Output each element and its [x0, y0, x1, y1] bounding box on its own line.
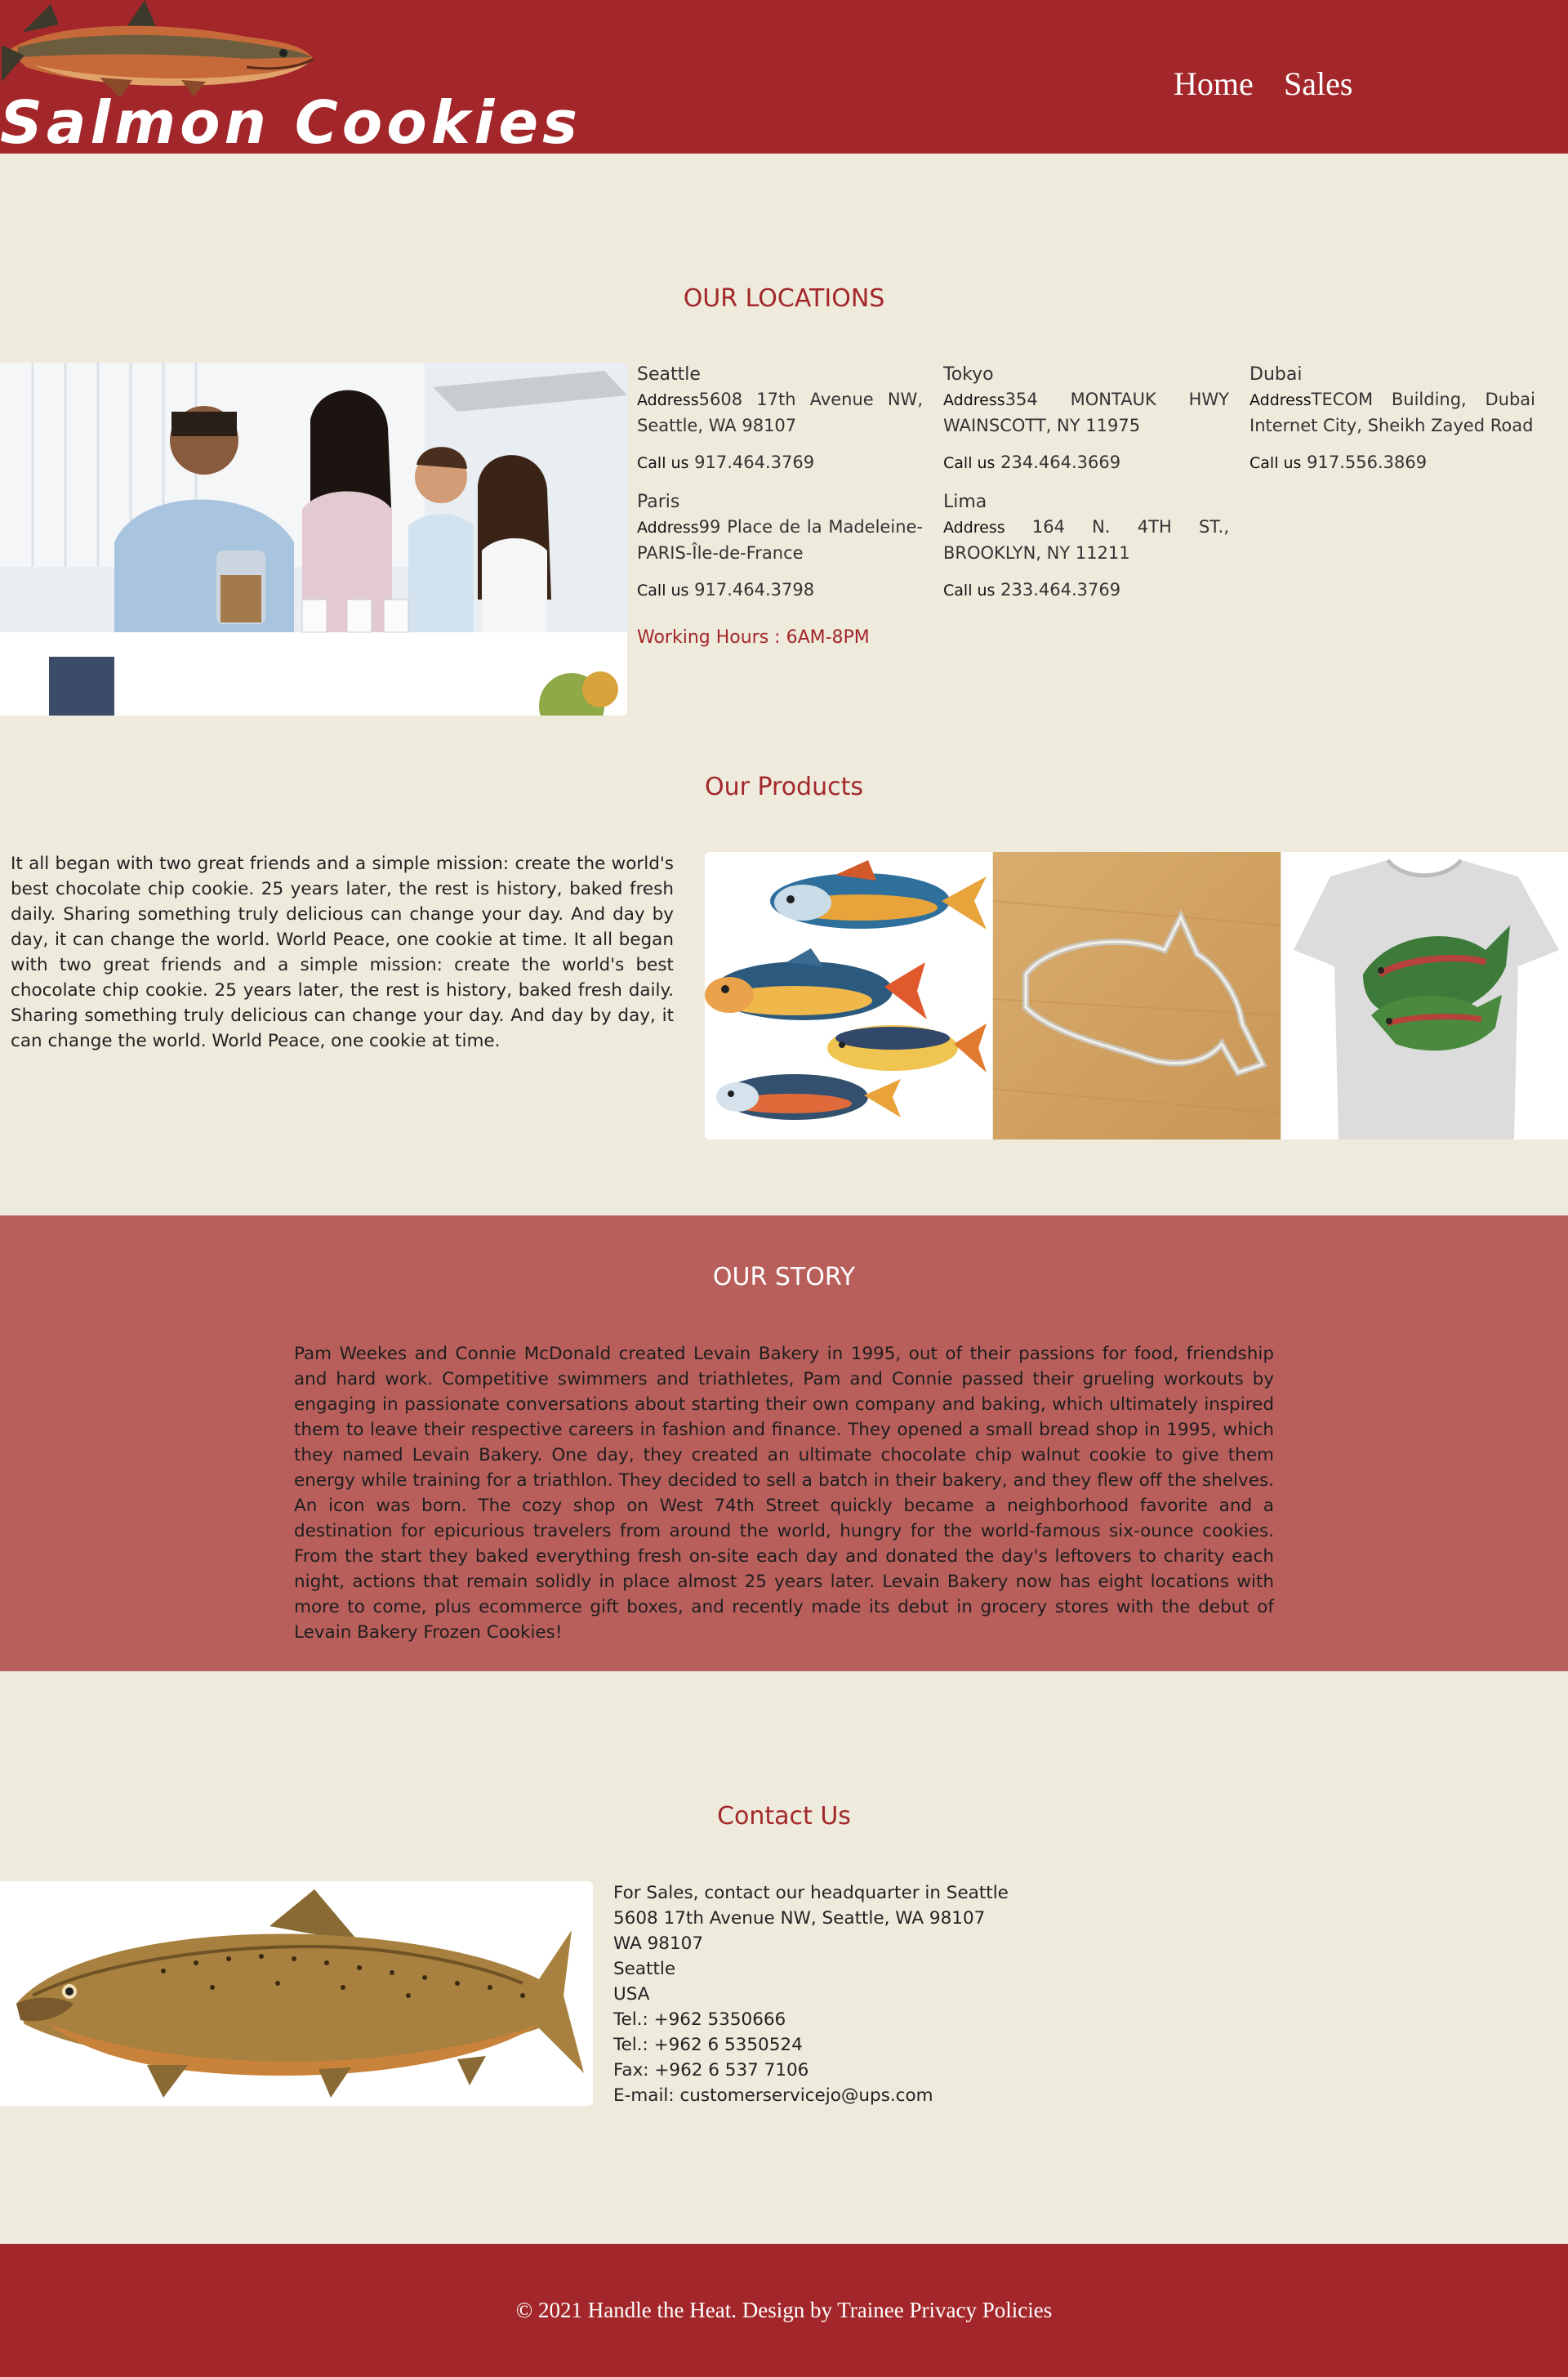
location-seattle: Seattle Address5608 17th Avenue NW, Seat… — [637, 362, 923, 476]
location-city: Lima — [943, 492, 987, 512]
location-city: Tokyo — [943, 364, 994, 385]
location-lima: Lima Address 164 N. 4TH ST., BROOKLYN, N… — [943, 489, 1229, 604]
location-phone[interactable]: 917.556.3869 — [1307, 453, 1427, 472]
story-text: Pam Weekes and Connie McDonald created L… — [294, 1344, 1274, 1643]
location-paris: Paris Address99 Place de la Madeleine-PA… — [637, 489, 923, 604]
call-label: Call us — [943, 582, 996, 600]
working-hours: Working Hours : 6AM-8PM — [637, 627, 870, 648]
address-label: Address — [943, 519, 1005, 537]
salmon-illustration — [0, 1881, 593, 2106]
products-description: It all began with two great friends and … — [11, 854, 674, 1051]
contact-email[interactable]: E-mail: customerservicejo@ups.com — [613, 2083, 1009, 2108]
call-label: Call us — [1250, 454, 1302, 472]
location-phone[interactable]: 917.464.3798 — [694, 580, 814, 600]
address-label: Address — [637, 519, 699, 537]
locations-title: OUR LOCATIONS — [683, 284, 885, 313]
products-title: Our Products — [704, 773, 864, 801]
salmon-logo-icon[interactable] — [2, 0, 316, 102]
product-cookie-cutter-image — [993, 852, 1281, 1139]
location-dubai: Dubai AddressTECOM Building, Dubai Inter… — [1250, 362, 1535, 476]
call-label: Call us — [637, 454, 689, 472]
location-tokyo: Tokyo Address354 MONTAUK HWY WAINSCOTT, … — [943, 362, 1229, 476]
address-label: Address — [1250, 391, 1312, 409]
location-city: Dubai — [1250, 364, 1303, 385]
contact-phone[interactable]: Tel.: +962 6 5350524 — [613, 2032, 1009, 2058]
location-city: Seattle — [637, 364, 701, 385]
location-phone[interactable]: 234.464.3669 — [1000, 453, 1120, 472]
nav-home[interactable]: Home — [1174, 65, 1254, 103]
contact-phone[interactable]: Tel.: +962 5350666 — [613, 2007, 1009, 2032]
contact-line: Seattle — [613, 1959, 676, 1979]
brand-title: Salmon Cookies — [0, 88, 581, 157]
contact-line: USA — [613, 1984, 650, 2005]
product-tshirt-image — [1281, 852, 1568, 1139]
contact-title: Contact Us — [717, 1802, 851, 1831]
contact-details: For Sales, contact our headquarter in Se… — [613, 1880, 1009, 2108]
contact-fax: Fax: +962 6 537 7106 — [613, 2060, 809, 2080]
location-city: Paris — [637, 492, 680, 512]
contact-line: WA 98107 — [613, 1933, 704, 1954]
contact-line: 5608 17th Avenue NW, Seattle, WA 98107 — [613, 1908, 986, 1929]
product-fish-magnets-image — [705, 852, 992, 1139]
call-label: Call us — [943, 454, 996, 472]
footer-text: © 2021 Handle the Heat. Design by Traine… — [515, 2298, 1053, 2322]
contact-line: For Sales, contact our headquarter in Se… — [613, 1883, 1009, 1903]
location-phone[interactable]: 233.464.3769 — [1000, 580, 1120, 600]
address-label: Address — [637, 391, 699, 409]
address-label: Address — [943, 391, 1005, 409]
call-label: Call us — [637, 582, 689, 600]
story-title: OUR STORY — [712, 1263, 856, 1291]
family-photo — [0, 363, 627, 716]
location-phone[interactable]: 917.464.3769 — [694, 453, 814, 472]
nav-sales[interactable]: Sales — [1284, 65, 1352, 103]
